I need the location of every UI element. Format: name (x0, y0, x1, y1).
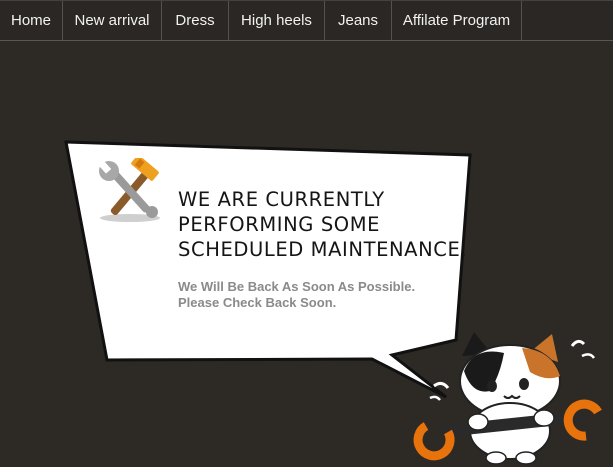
maintenance-subtext: We Will Be Back As Soon As Possible. Ple… (178, 279, 458, 310)
headline-line-3: SCHEDULED MAINTENANCE. (178, 238, 468, 261)
maintenance-headline: WE ARE CURRENTLY PERFORMING SOME SCHEDUL… (178, 187, 468, 262)
headline-line-1: WE ARE CURRENTLY (178, 188, 385, 211)
wrench-and-hammer-icon (98, 158, 160, 222)
headline-line-2: PERFORMING SOME (178, 213, 381, 236)
cat-mascot-illustration (413, 332, 602, 465)
subtext-line-1: We Will Be Back As Soon As Possible. (178, 279, 416, 294)
subtext-line-2: Please Check Back Soon. (178, 294, 337, 310)
